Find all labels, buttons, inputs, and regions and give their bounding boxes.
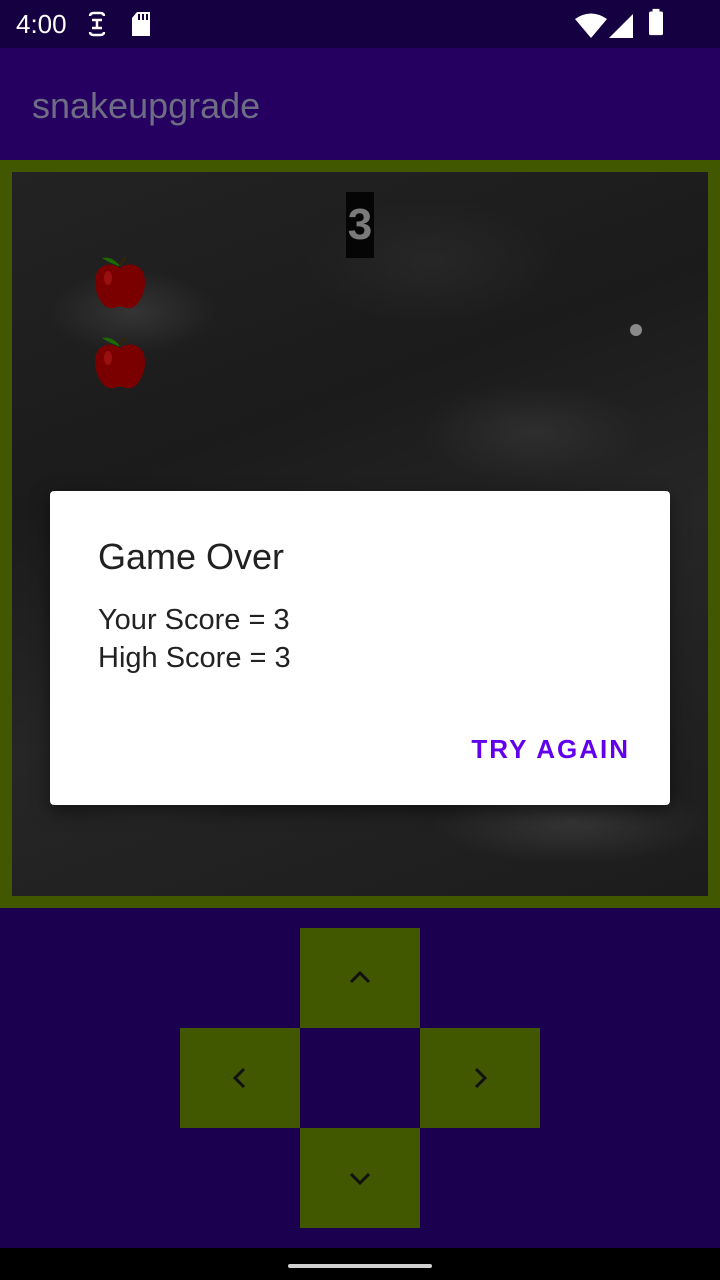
high-score-text: High Score = 3 xyxy=(98,642,291,674)
dpad-up-button[interactable] xyxy=(300,928,420,1028)
dialog-message: Your Score = 3 High Score = 3 xyxy=(98,601,291,677)
chevron-up-icon xyxy=(349,970,371,984)
dialog-title: Game Over xyxy=(98,536,285,577)
app-title: snakeupgrade xyxy=(32,85,261,126)
status-time: 4:00 xyxy=(16,9,67,39)
pebble-decoration xyxy=(630,324,642,336)
text-recognition-icon xyxy=(88,11,106,37)
try-again-button[interactable]: TRY AGAIN xyxy=(467,729,634,769)
screen: 4:00 snakeupgrade 3 Game Over Your Score… xyxy=(0,0,720,1280)
apple-icon xyxy=(95,336,145,389)
battery-icon xyxy=(649,8,663,36)
chevron-down-icon xyxy=(349,1172,371,1186)
cellular-signal-icon xyxy=(609,14,633,38)
home-gesture-handle[interactable] xyxy=(288,1264,432,1268)
status-bar: 4:00 xyxy=(0,0,720,48)
dpad-down-button[interactable] xyxy=(300,1128,420,1228)
apple-icon xyxy=(95,256,145,309)
dpad-right-button[interactable] xyxy=(420,1028,540,1128)
score-display: 3 xyxy=(346,192,374,258)
your-score-text: Your Score = 3 xyxy=(98,604,290,636)
dpad-left-button[interactable] xyxy=(180,1028,300,1128)
chevron-left-icon xyxy=(232,1067,246,1089)
wifi-icon xyxy=(575,13,607,38)
chevron-right-icon xyxy=(474,1067,488,1089)
game-over-dialog: Game Over Your Score = 3 High Score = 3 … xyxy=(50,491,670,805)
sd-card-icon xyxy=(132,12,150,36)
